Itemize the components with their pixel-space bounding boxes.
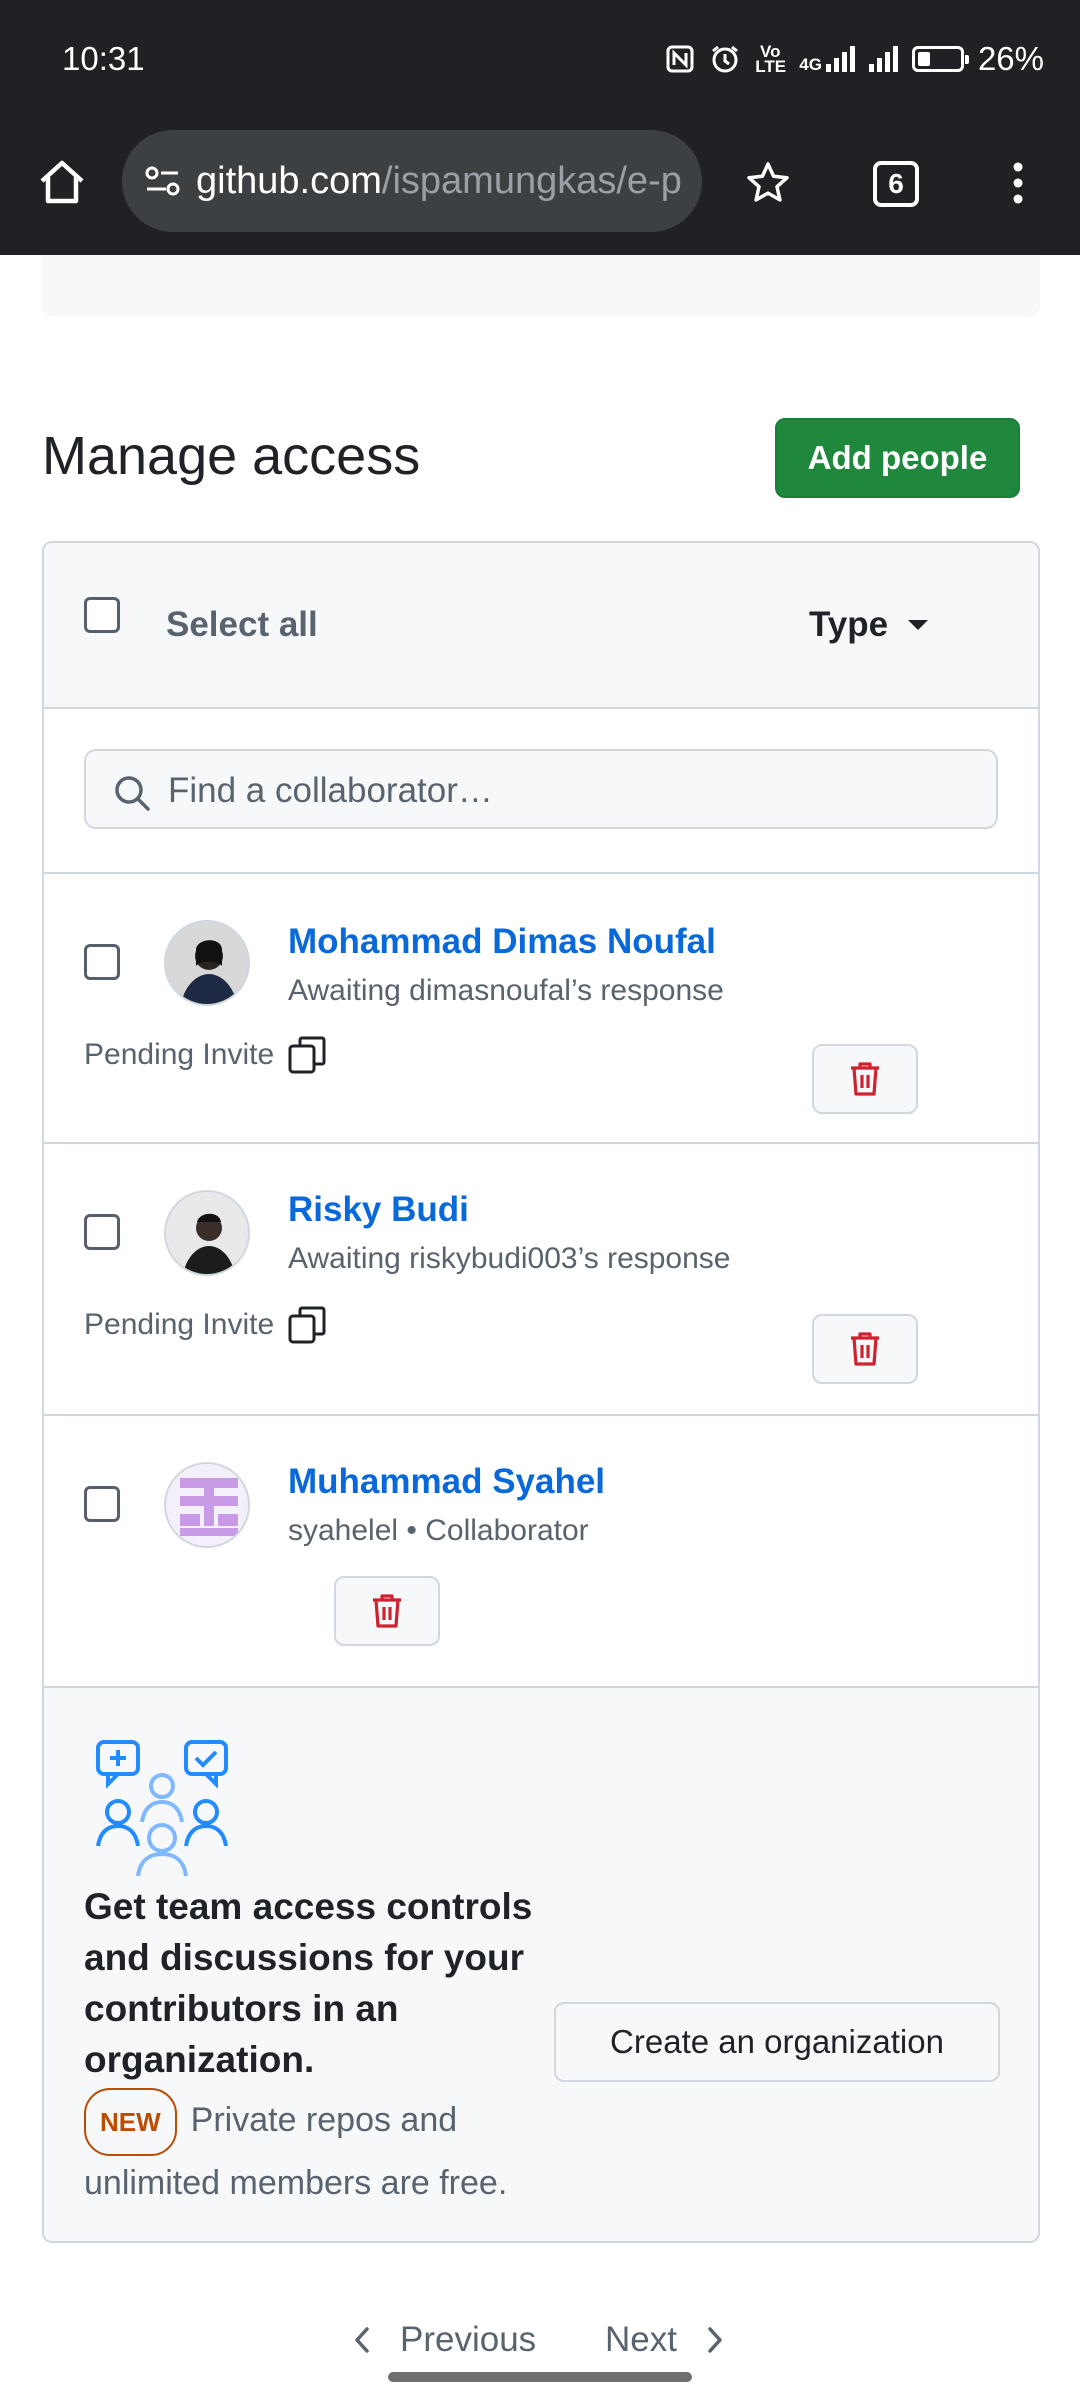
mobile-data-icon: 4G bbox=[799, 46, 855, 74]
bookmark-star-icon[interactable] bbox=[744, 159, 792, 207]
chevron-right-icon bbox=[708, 2327, 722, 2353]
url-text[interactable]: github.com/ispamungkas/e-p bbox=[196, 160, 682, 203]
gesture-navigation-handle[interactable] bbox=[388, 2372, 692, 2382]
pending-invite: Pending Invite bbox=[84, 1034, 328, 1076]
add-people-button[interactable]: Add people bbox=[775, 418, 1020, 498]
create-organization-button[interactable]: Create an organization bbox=[554, 2002, 1000, 2082]
url-host: github.com bbox=[196, 159, 382, 202]
search-icon bbox=[115, 776, 150, 811]
avatar[interactable] bbox=[164, 1190, 250, 1276]
search-row: Find a collaborator… bbox=[44, 709, 1038, 874]
promo-heading: Get team access controls and discussions… bbox=[84, 1886, 533, 2080]
next-page-button[interactable]: Next bbox=[605, 2320, 725, 2360]
collaborator-status-text: Awaiting dimasnoufal’s response bbox=[288, 974, 724, 1007]
trash-icon bbox=[851, 1332, 879, 1366]
type-filter-label: Type bbox=[809, 605, 889, 644]
pending-invite-label: Pending Invite bbox=[84, 1308, 275, 1341]
organization-promo: Get team access controls and discussions… bbox=[44, 1688, 1038, 2241]
caret-down-icon bbox=[908, 620, 929, 630]
collaborator-checkbox[interactable] bbox=[84, 1486, 120, 1522]
copy-icon[interactable] bbox=[286, 1034, 328, 1076]
collaborator-checkbox[interactable] bbox=[84, 944, 120, 980]
type-filter-dropdown[interactable]: Type bbox=[809, 605, 929, 645]
collaborator-name-link[interactable]: Risky Budi bbox=[288, 1190, 469, 1230]
collaborator-name-link[interactable]: Muhammad Syahel bbox=[288, 1462, 605, 1502]
collaborator-row: Muhammad Syahel syahelel • Collaborator bbox=[44, 1416, 1038, 1688]
avatar[interactable] bbox=[164, 920, 250, 1006]
remove-collaborator-button[interactable] bbox=[812, 1314, 918, 1384]
url-path: /ispamungkas/e-p bbox=[381, 159, 682, 202]
home-icon[interactable] bbox=[36, 157, 88, 209]
select-all-checkbox[interactable] bbox=[84, 597, 120, 633]
remove-collaborator-button[interactable] bbox=[334, 1576, 440, 1646]
signal-icon bbox=[868, 46, 898, 72]
site-settings-icon[interactable] bbox=[142, 160, 184, 202]
pending-invite-label: Pending Invite bbox=[84, 1038, 275, 1071]
collaborator-checkbox[interactable] bbox=[84, 1214, 120, 1250]
status-icons: Vo LTE 4G 26% bbox=[665, 40, 1044, 78]
previous-section-box bbox=[42, 255, 1040, 317]
pagination: Previous Next bbox=[0, 2320, 1080, 2370]
collaborators-panel: Select all Type Find a collaborator… Moh… bbox=[42, 541, 1040, 2243]
collaborator-status-text: Awaiting riskybudi003’s response bbox=[288, 1242, 731, 1275]
collaborator-row: Mohammad Dimas Noufal Awaiting dimasnouf… bbox=[44, 874, 1038, 1144]
network-type-label: 4G bbox=[799, 55, 822, 74]
collaborator-name-link[interactable]: Mohammad Dimas Noufal bbox=[288, 922, 716, 962]
tab-count: 6 bbox=[888, 168, 904, 199]
nfc-icon bbox=[666, 45, 694, 73]
avatar[interactable] bbox=[164, 1462, 250, 1548]
copy-icon[interactable] bbox=[286, 1304, 328, 1346]
more-options-icon[interactable] bbox=[1006, 159, 1030, 207]
address-bar[interactable]: github.com/ispamungkas/e-p bbox=[122, 130, 702, 232]
search-placeholder: Find a collaborator… bbox=[168, 771, 493, 810]
battery-icon bbox=[911, 46, 969, 72]
browser-toolbar: github.com/ispamungkas/e-p 6 bbox=[0, 125, 1080, 255]
team-discussion-icon bbox=[96, 1740, 228, 1877]
collaborator-role-text: syahelel • Collaborator bbox=[288, 1514, 589, 1547]
volte-icon: Vo LTE bbox=[755, 42, 787, 76]
status-bar: 10:31 Vo LTE 4G 26% bbox=[0, 0, 1080, 125]
panel-header: Select all Type bbox=[44, 543, 1038, 709]
pending-invite: Pending Invite bbox=[84, 1304, 328, 1346]
remove-collaborator-button[interactable] bbox=[812, 1044, 918, 1114]
trash-icon bbox=[373, 1594, 401, 1628]
collaborator-row: Risky Budi Awaiting riskybudi003’s respo… bbox=[44, 1144, 1038, 1416]
select-all-label[interactable]: Select all bbox=[166, 605, 318, 645]
collaborator-search-input[interactable]: Find a collaborator… bbox=[84, 749, 998, 829]
previous-label: Previous bbox=[400, 2320, 537, 2359]
alarm-icon bbox=[712, 45, 739, 73]
page-title: Manage access bbox=[42, 426, 421, 486]
chevron-left-icon bbox=[355, 2327, 369, 2353]
tab-switcher-button[interactable]: 6 bbox=[873, 161, 919, 207]
new-badge: NEW bbox=[84, 2088, 177, 2156]
battery-percent: 26% bbox=[977, 40, 1044, 77]
status-time: 10:31 bbox=[62, 40, 145, 77]
next-label: Next bbox=[605, 2320, 677, 2359]
previous-page-button[interactable]: Previous bbox=[352, 2320, 536, 2360]
trash-icon bbox=[851, 1062, 879, 1096]
promo-description: NEW Private repos and unlimited members a… bbox=[84, 2088, 554, 2210]
